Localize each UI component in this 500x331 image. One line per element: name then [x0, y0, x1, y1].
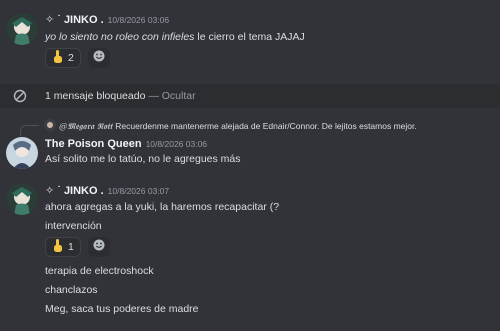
point-up-hand-icon — [52, 49, 64, 67]
reaction-count: 1 — [68, 241, 74, 253]
message-timestamp: 10/8/2026 03:07 — [107, 186, 170, 196]
message-author[interactable]: The Poison Queen 10/8/2026 03:06 — [45, 138, 207, 150]
message-author[interactable]: ✧ ˙ JINKO . 10/8/2026 03:07 — [45, 184, 169, 197]
message-timestamp: 10/8/2026 03:06 — [145, 139, 208, 149]
add-emoji-icon — [93, 238, 105, 256]
avatar-jinko[interactable] — [6, 183, 38, 215]
blocked-count-label: 1 mensaje bloqueado — [45, 90, 146, 102]
message-text: intervención — [45, 220, 102, 232]
author-decoration: ✧ ˙ — [45, 14, 61, 26]
blocked-separator: — — [148, 90, 159, 102]
avatar-poison-queen[interactable] — [6, 137, 38, 169]
reaction-count: 2 — [68, 52, 74, 64]
message-text: Así solito me lo tatúo, no le agregues m… — [45, 153, 241, 165]
reaction-pill[interactable]: 2 — [45, 48, 81, 68]
author-name[interactable]: The Poison Queen — [45, 138, 142, 150]
avatar-jinko[interactable] — [6, 13, 38, 45]
author-name[interactable]: JINKO . — [64, 14, 104, 26]
message-plain-text: le cierro el tema JAJAJ — [194, 31, 305, 43]
add-reaction-button[interactable] — [88, 237, 110, 257]
message-italic-text: yo lo siento no roleo con infieles — [45, 31, 195, 43]
reply-preview[interactable]: @𝕸𝖊𝖌𝖆𝖗𝖆 𝕹𝖔𝖙𝖙 Recuerdenme mantenerme aleja… — [59, 121, 417, 132]
message-text: Meg, saca tus poderes de madre — [45, 303, 199, 315]
author-name[interactable]: JINKO . — [64, 185, 104, 197]
blocked-messages-text: 1 mensaje bloqueado — Ocultar — [45, 90, 196, 102]
author-decoration: ✧ ˙ — [45, 185, 61, 197]
reply-text: Recuerdenme mantenerme alejada de Ednair… — [115, 121, 417, 131]
message-author[interactable]: ✧ ˙ JINKO . 10/8/2026 03:06 — [45, 13, 169, 26]
reply-connector — [20, 125, 39, 136]
hide-blocked-link[interactable]: Ocultar — [162, 90, 196, 102]
message-text: yo lo siento no roleo con infieles le ci… — [45, 31, 305, 43]
message-text: chanclazos — [45, 284, 98, 296]
message-text: ahora agregas a la yuki, la haremos reca… — [45, 201, 280, 213]
blocked-icon — [13, 89, 27, 108]
reply-author[interactable]: @𝕸𝖊𝖌𝖆𝖗𝖆 𝕹𝖔𝖙𝖙 — [59, 122, 112, 132]
reply-avatar[interactable] — [44, 119, 56, 131]
point-up-hand-icon — [52, 238, 64, 256]
add-reaction-button[interactable] — [88, 48, 110, 68]
reaction-pill[interactable]: 1 — [45, 237, 81, 257]
message-timestamp: 10/8/2026 03:06 — [107, 15, 170, 25]
add-emoji-icon — [93, 49, 105, 67]
message-text: terapia de electroshock — [45, 265, 154, 277]
